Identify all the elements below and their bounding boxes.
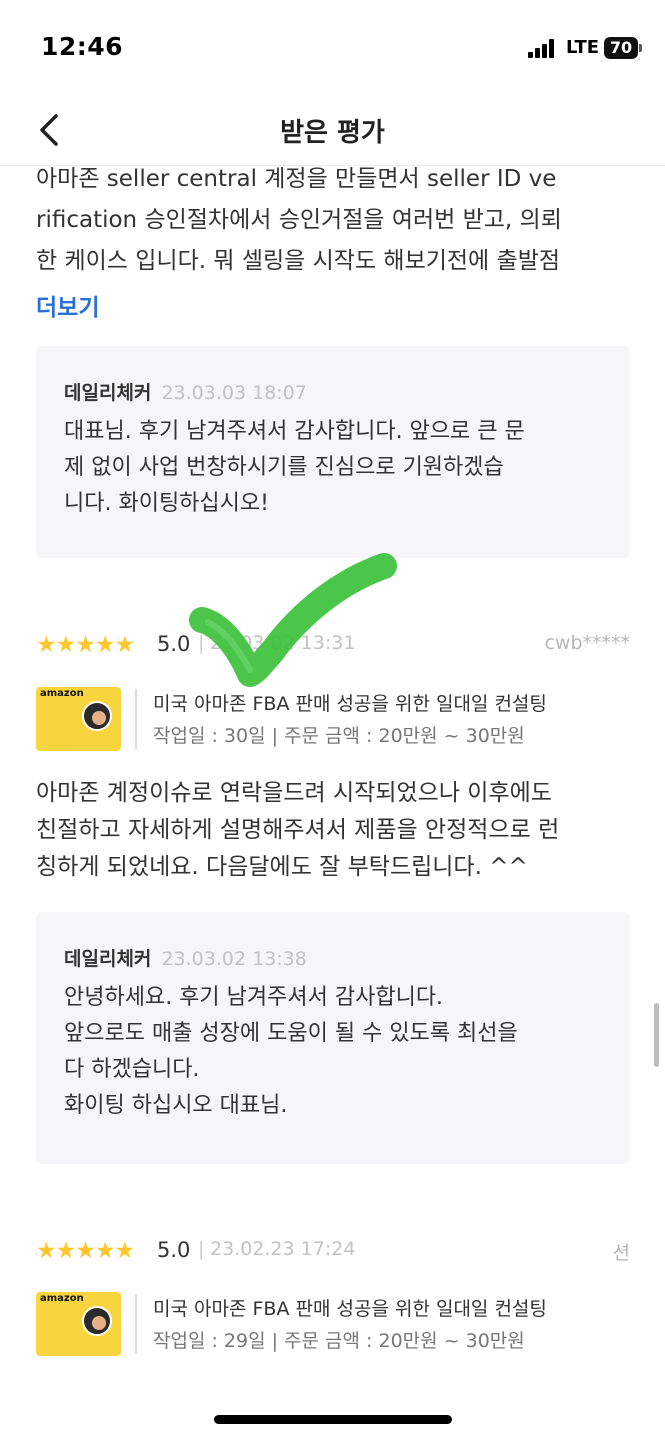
rating-row: ★★★★★ 5.0 | 23.02.23 17:24 션 <box>36 1236 630 1266</box>
separator: | <box>198 632 205 654</box>
review-line: 아마존 계정이슈로 연락을드려 시작되었으나 이후에도 <box>36 780 552 806</box>
rating-row: ★★★★★ 5.0 | 23.03.02 13:31 cwb***** <box>36 630 630 660</box>
battery-icon: 70 <box>604 37 638 59</box>
star-rating-icon: ★★★★★ <box>36 1238 135 1264</box>
product-title: 미국 아마존 FBA 판매 성공을 위한 일대일 컨설팅 <box>153 1298 547 1320</box>
product-thumbnail: amazon <box>36 1292 121 1356</box>
product-title: 미국 아마존 FBA 판매 성공을 위한 일대일 컨설팅 <box>153 693 547 715</box>
reply-text: 안녕하세요. 후기 남겨주셔서 감사합니다. 앞으로도 매출 성장에 도움이 될… <box>64 980 609 1124</box>
divider <box>135 689 137 749</box>
reply-line: 제 없이 사업 번창하시기를 진심으로 기원하겠습 <box>64 455 504 480</box>
rating-score: 5.0 <box>157 1238 191 1262</box>
battery-tip <box>639 44 642 52</box>
product-thumbnail: amazon <box>36 687 121 751</box>
reply-line: 다 하겠습니다. <box>64 1057 200 1082</box>
reply-author: 데일리체커 <box>64 948 152 970</box>
review-line: 칭하게 되었네요. 다음달에도 잘 부탁드립니다. ^^ <box>36 854 528 880</box>
product-meta: 작업일 : 30일 | 주문 금액 : 20만원 ~ 30만원 <box>153 725 525 747</box>
reply-line: 니다. 화이팅하십시오! <box>64 491 269 516</box>
avatar <box>82 701 112 731</box>
reply-text: 대표님. 후기 남겨주셔서 감사합니다. 앞으로 큰 문 제 없이 사업 번창하… <box>64 414 609 522</box>
reply-line: 안녕하세요. 후기 남겨주셔서 감사합니다. <box>64 985 444 1010</box>
rating-score: 5.0 <box>157 632 191 656</box>
reply-author: 데일리체커 <box>64 382 152 404</box>
reply-header: 데일리체커 23.03.03 18:07 <box>64 378 307 405</box>
seller-reply: 데일리체커 23.03.03 18:07 대표님. 후기 남겨주셔서 감사합니다… <box>36 346 630 558</box>
header: 받은 평가 <box>0 96 665 166</box>
review-date: 23.03.02 13:31 <box>210 632 356 654</box>
status-bar: 12:46 LTE 70 <box>0 0 665 96</box>
reviewer-name: 션 <box>612 1242 630 1264</box>
check-mark-icon <box>189 553 397 687</box>
product-card[interactable]: amazon 미국 아마존 FBA 판매 성공을 위한 일대일 컨설팅 작업일 … <box>36 687 630 753</box>
review-text: 아마존 계정이슈로 연락을드려 시작되었으나 이후에도 친절하고 자세하게 설명… <box>36 775 636 886</box>
star-rating-icon: ★★★★★ <box>36 632 135 658</box>
seller-reply: 데일리체커 23.03.02 13:38 안녕하세요. 후기 남겨주셔서 감사합… <box>36 912 630 1164</box>
reply-line: 대표님. 후기 남겨주셔서 감사합니다. 앞으로 큰 문 <box>64 419 525 444</box>
review-line: 한 케이스 입니다. 뭐 셀링을 시작도 해보기전에 출발점 <box>36 248 561 274</box>
status-time: 12:46 <box>41 32 124 61</box>
reply-line: 화이팅 하십시오 대표님. <box>64 1093 288 1118</box>
review-line: rification 승인절차에서 승인거절을 여러번 받고, 의뢰 <box>36 207 562 233</box>
divider <box>135 1294 137 1354</box>
more-link[interactable]: 더보기 <box>36 288 99 322</box>
scrollbar[interactable] <box>654 1003 659 1067</box>
signal-icon <box>528 38 560 58</box>
reply-date: 23.03.03 18:07 <box>161 382 307 404</box>
reviewer-name: cwb***** <box>544 632 630 654</box>
network-label: LTE <box>566 37 600 58</box>
review-text: 아마존 seller central 계정을 만들면서 seller ID ve… <box>36 163 636 281</box>
product-card[interactable]: amazon 미국 아마존 FBA 판매 성공을 위한 일대일 컨설팅 작업일 … <box>36 1292 630 1358</box>
review-line: 아마존 seller central 계정을 만들면서 seller ID ve <box>36 166 557 192</box>
home-indicator[interactable] <box>214 1415 452 1424</box>
avatar <box>82 1306 112 1336</box>
review-date: 23.02.23 17:24 <box>210 1238 356 1260</box>
reply-header: 데일리체커 23.03.02 13:38 <box>64 944 307 971</box>
page-title: 받은 평가 <box>280 118 385 148</box>
reply-line: 앞으로도 매출 성장에 도움이 될 수 있도록 최선을 <box>64 1021 518 1046</box>
review-line: 친절하고 자세하게 설명해주셔서 제품을 안정적으로 런 <box>36 817 560 843</box>
reply-date: 23.03.02 13:38 <box>161 948 307 970</box>
separator: | <box>198 1238 205 1260</box>
product-meta: 작업일 : 29일 | 주문 금액 : 20만원 ~ 30만원 <box>153 1330 525 1352</box>
thumbnail-brand: amazon <box>40 1293 84 1304</box>
thumbnail-brand: amazon <box>40 688 84 699</box>
